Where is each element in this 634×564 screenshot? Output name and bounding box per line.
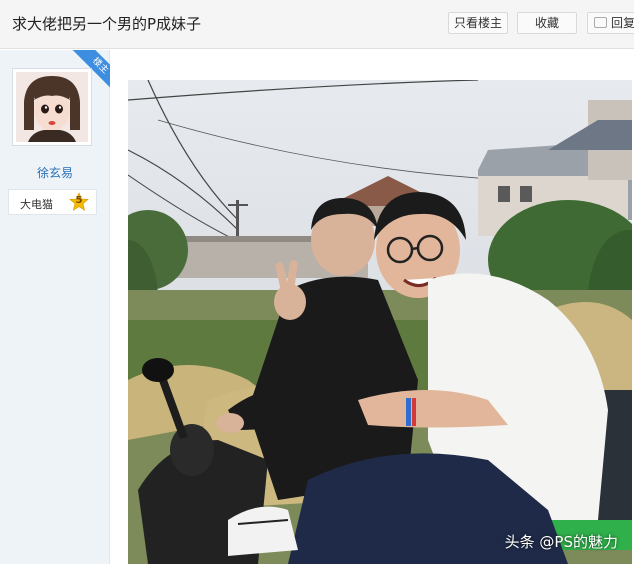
reply-label: 回复 xyxy=(611,16,634,30)
user-level: 大电猫 5 xyxy=(8,189,97,215)
favorite-button[interactable]: 收藏 xyxy=(517,12,577,34)
reply-button[interactable]: 回复 xyxy=(587,12,634,34)
post-photo xyxy=(128,80,632,564)
avatar[interactable] xyxy=(12,68,92,146)
thread-title: 求大佬把另一个男的P成妹子 xyxy=(12,15,202,33)
comment-icon xyxy=(594,17,607,28)
post-image[interactable]: 头条 @PS的魅力 xyxy=(128,80,632,564)
level-number: 5 xyxy=(75,195,83,206)
author-name-link[interactable]: 徐玄易 xyxy=(0,164,110,181)
thread-header: 求大佬把另一个男的P成妹子 只看楼主 收藏 回复 xyxy=(0,0,634,49)
image-watermark: 头条 @PS的魅力 xyxy=(504,533,618,551)
level-name: 大电猫 xyxy=(20,198,53,211)
avatar-image xyxy=(16,72,88,142)
only-op-button[interactable]: 只看楼主 xyxy=(448,12,508,34)
